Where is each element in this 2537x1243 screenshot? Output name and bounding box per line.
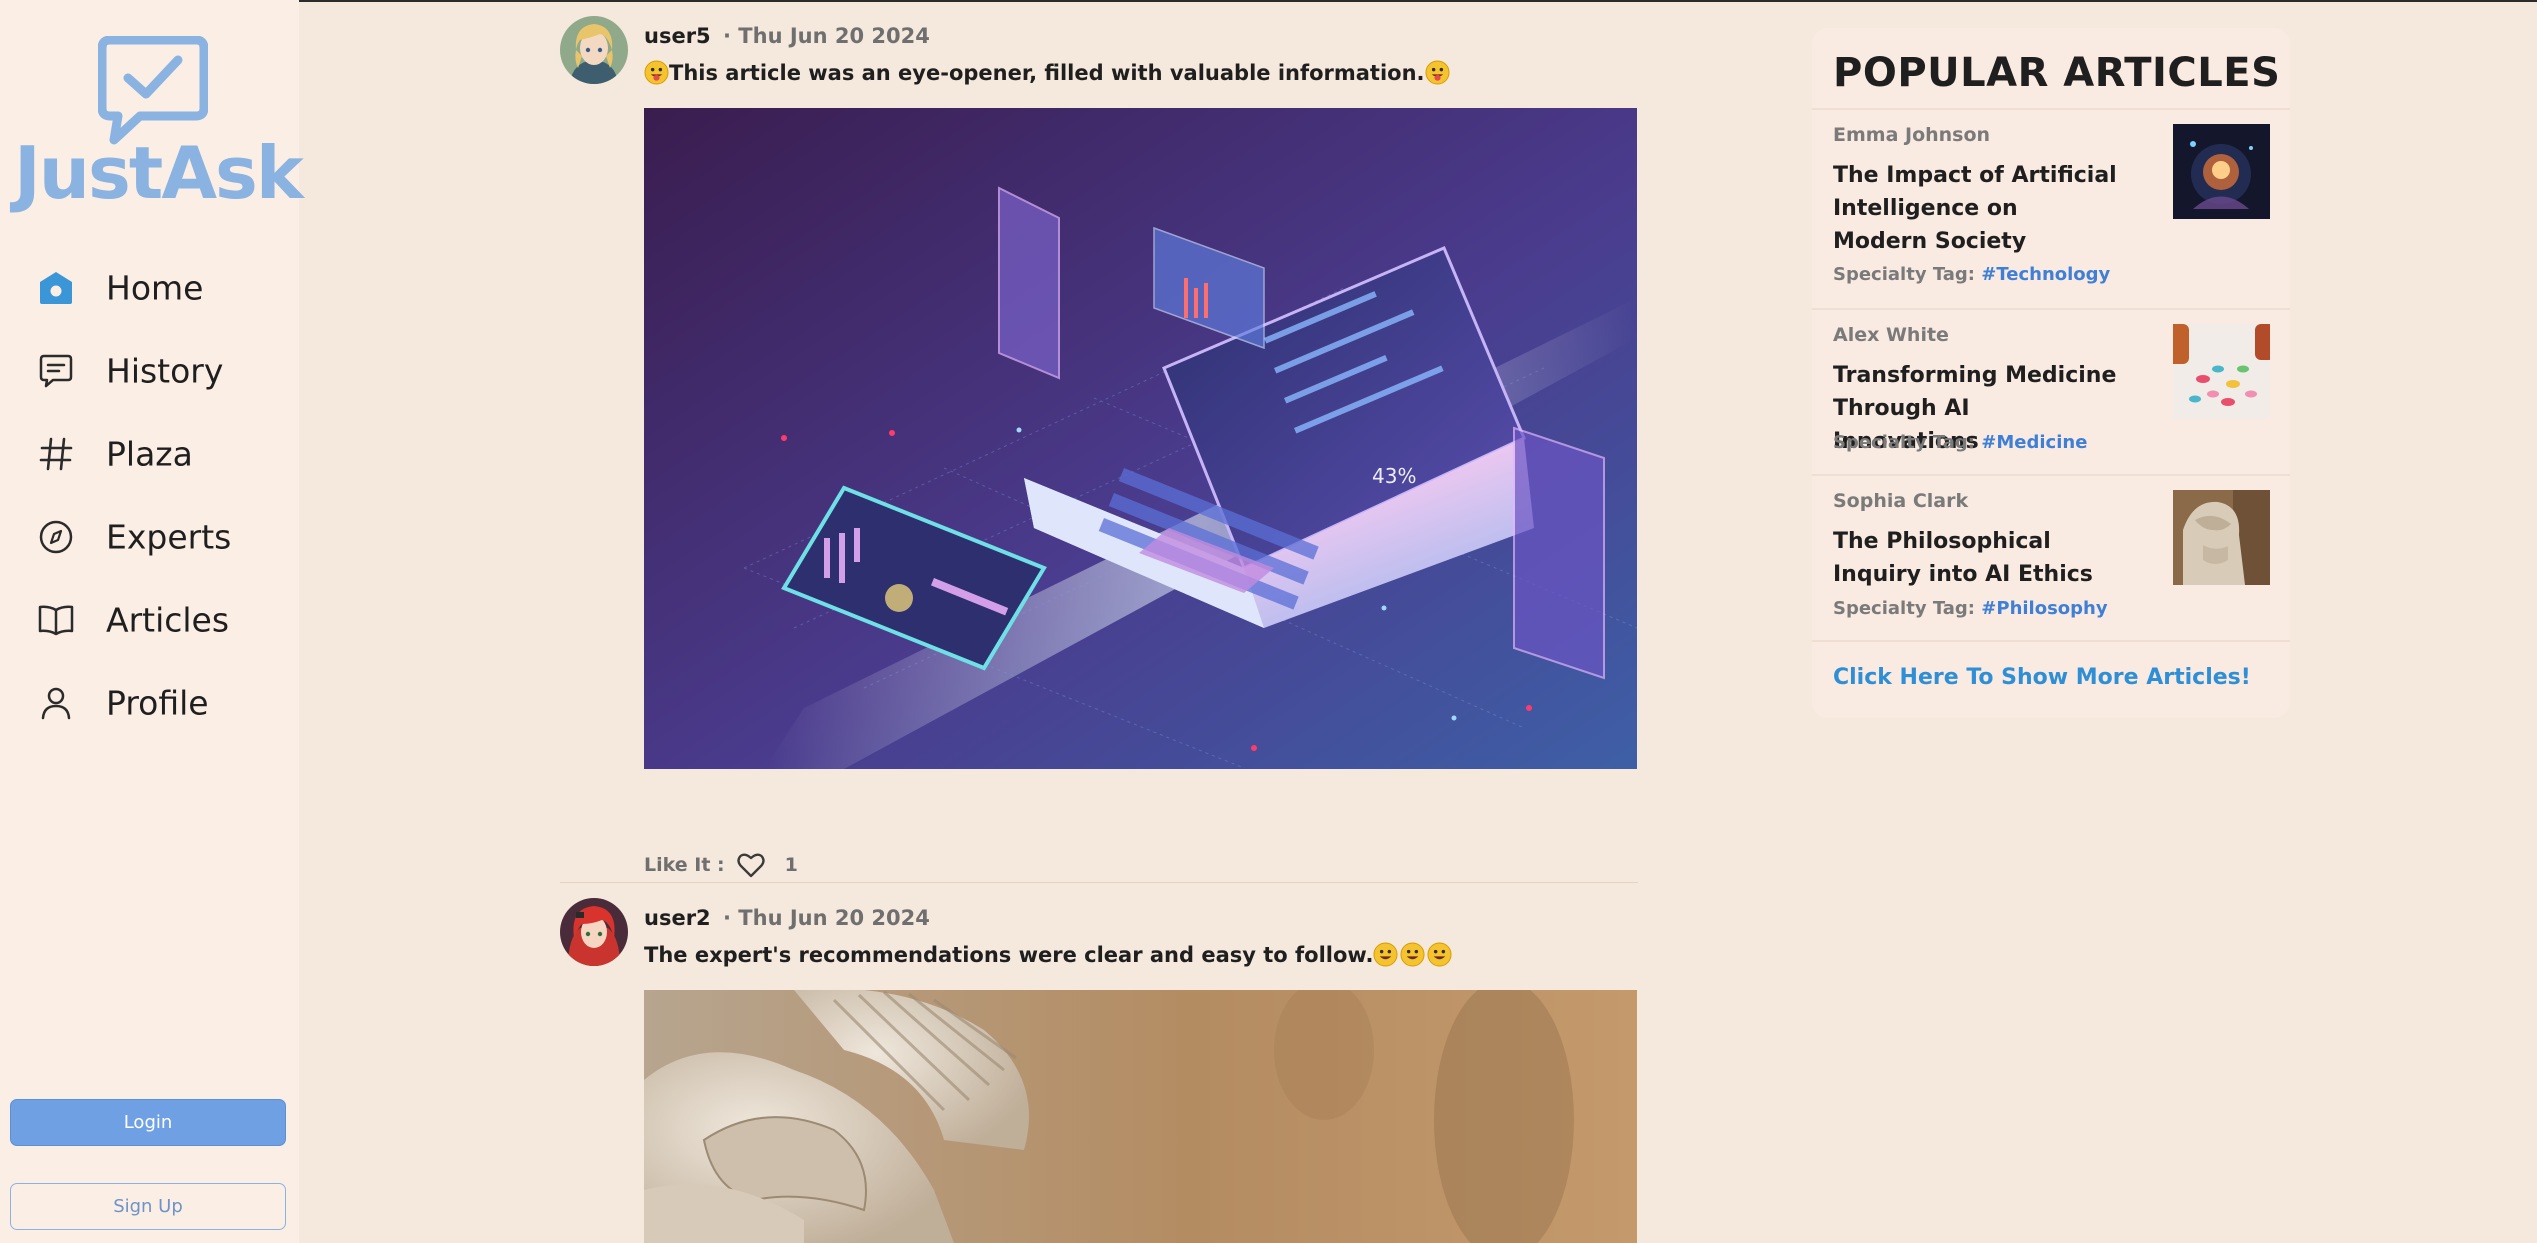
post-username[interactable]: user2	[644, 906, 711, 930]
article-card[interactable]: Emma Johnson The Impact of Artificial In…	[1833, 124, 2273, 304]
nav-label-profile: Profile	[106, 683, 209, 722]
post-divider	[560, 882, 1638, 883]
signup-button[interactable]: Sign Up	[10, 1183, 286, 1230]
nav-item-profile[interactable]: Profile	[0, 661, 299, 744]
article-tag-link[interactable]: #Medicine	[1981, 432, 2087, 453]
nav-label-home: Home	[106, 268, 204, 307]
nav-label-plaza: Plaza	[106, 434, 193, 473]
nav-item-history[interactable]: History	[0, 329, 299, 412]
divider	[1812, 108, 2290, 110]
article-tag-link[interactable]: #Technology	[1981, 264, 2110, 285]
post-image[interactable]	[644, 990, 1637, 1243]
post-date: · Thu Jun 20 2024	[723, 24, 930, 48]
article-tag: Specialty Tag: #Technology	[1833, 264, 2110, 285]
feed-post: user5 · Thu Jun 20 2024 This article was…	[560, 16, 1640, 878]
like-label: Like It :	[644, 854, 725, 876]
sidebar: JustAsk Home History Plaza Experts Artic…	[0, 0, 304, 1243]
chat-bubble-icon	[39, 354, 73, 387]
article-author: Alex White	[1833, 324, 1949, 346]
show-more-articles-link[interactable]: Click Here To Show More Articles!	[1833, 665, 2251, 690]
hashtag-icon	[39, 437, 73, 470]
compass-icon	[39, 520, 73, 553]
feed-post: user2 · Thu Jun 20 2024 The expert's rec…	[560, 898, 1640, 1243]
svg-text:43%: 43%	[1372, 464, 1416, 488]
article-author: Emma Johnson	[1833, 124, 1991, 146]
ai-figure-image	[2173, 124, 2270, 219]
article-tag-label: Specialty Tag:	[1833, 598, 1976, 619]
grin-emoji-icon	[1373, 942, 1398, 967]
article-title[interactable]: The Impact of Artificial Intelligence on…	[1833, 159, 2118, 258]
avatar-anime-redhair-image	[560, 898, 628, 966]
nav-label-history: History	[106, 351, 224, 390]
book-icon	[38, 605, 74, 635]
login-button[interactable]: Login	[10, 1099, 286, 1146]
marble-statue-photo	[644, 990, 1637, 1243]
article-tag-link[interactable]: #Philosophy	[1981, 598, 2107, 619]
post-date: · Thu Jun 20 2024	[723, 906, 930, 930]
post-username[interactable]: user5	[644, 24, 711, 48]
nav-item-experts[interactable]: Experts	[0, 495, 299, 578]
avatar[interactable]	[560, 898, 628, 966]
tongue-emoji-icon	[1425, 60, 1450, 85]
logo[interactable]: JustAsk	[14, 36, 304, 215]
post-text: This article was an eye-opener, filled w…	[644, 60, 1450, 85]
article-thumbnail[interactable]	[2173, 124, 2270, 219]
window-top-border	[0, 0, 2537, 2]
tongue-emoji-icon	[644, 60, 669, 85]
divider	[1812, 474, 2290, 476]
like-row: Like It : 1	[644, 852, 798, 878]
nav-item-plaza[interactable]: Plaza	[0, 412, 299, 495]
logo-check-bubble-icon	[98, 36, 208, 145]
grin-emoji-icon	[1427, 942, 1452, 967]
article-thumbnail[interactable]	[2173, 490, 2270, 585]
like-count: 1	[784, 854, 798, 876]
grin-emoji-icon	[1400, 942, 1425, 967]
home-icon	[40, 271, 72, 304]
article-tag: Specialty Tag: #Philosophy	[1833, 598, 2108, 619]
article-author: Sophia Clark	[1833, 490, 1969, 512]
post-image[interactable]: 43%	[644, 108, 1637, 769]
article-tag: Specialty Tag: #Medicine	[1833, 432, 2087, 453]
isometric-laptop-illustration: 43%	[644, 108, 1637, 769]
divider	[1812, 308, 2290, 310]
article-tag-label: Specialty Tag:	[1833, 264, 1976, 285]
article-title[interactable]: The Philosophical Inquiry into AI Ethics	[1833, 525, 2118, 591]
post-text-content: The expert's recommendations were clear …	[644, 943, 1374, 967]
avatar-anime-blonde-image	[560, 16, 628, 84]
avatar[interactable]	[560, 16, 628, 84]
article-card[interactable]: Alex White Transforming Medicine Through…	[1833, 324, 2273, 464]
pills-image	[2173, 324, 2270, 419]
post-text-content: This article was an eye-opener, filled w…	[669, 61, 1425, 85]
divider	[1812, 640, 2290, 642]
heart-icon[interactable]	[736, 852, 765, 878]
article-thumbnail[interactable]	[2173, 324, 2270, 419]
nav-item-articles[interactable]: Articles	[0, 578, 299, 661]
post-text: The expert's recommendations were clear …	[644, 942, 1452, 967]
popular-articles-panel: POPULAR ARTICLES Emma Johnson The Impact…	[1812, 28, 2290, 718]
nav-label-experts: Experts	[106, 517, 232, 556]
nav-item-home[interactable]: Home	[0, 246, 299, 329]
article-tag-label: Specialty Tag:	[1833, 432, 1976, 453]
nav-label-articles: Articles	[106, 600, 230, 639]
statue-image	[2173, 490, 2270, 585]
user-icon	[41, 687, 71, 719]
article-card[interactable]: Sophia Clark The Philosophical Inquiry i…	[1833, 490, 2273, 630]
logo-text: JustAsk	[14, 131, 304, 215]
popular-articles-title: POPULAR ARTICLES	[1833, 50, 2281, 96]
main-nav: Home History Plaza Experts Articles Prof…	[0, 246, 299, 744]
